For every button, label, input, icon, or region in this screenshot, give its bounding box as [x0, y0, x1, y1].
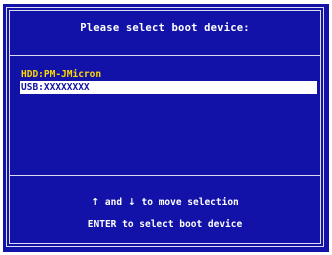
dialog-title: Please select boot device:	[80, 22, 250, 34]
boot-device-list[interactable]: HDD:PM-JMicron USB:XXXXXXXX	[20, 68, 320, 94]
boot-device-usb[interactable]: USB:XXXXXXXX	[20, 81, 317, 94]
help-divider	[9, 175, 321, 176]
boot-menu-dialog: Please select boot device: HDD:PM-JMicro…	[3, 4, 329, 252]
inner-frame	[9, 10, 321, 244]
boot-device-hdd[interactable]: HDD:PM-JMicron	[20, 68, 320, 81]
help-enter-line: ENTER to select boot device	[87, 219, 243, 230]
down-arrow-icon: ↓	[127, 197, 136, 208]
help-navigation-line: ↑ and ↓ to move selection	[9, 197, 321, 208]
up-arrow-icon: ↑	[91, 197, 100, 208]
help-and-text: and	[104, 197, 123, 208]
screen: Please select boot device: HDD:PM-JMicro…	[0, 0, 332, 255]
title-divider	[9, 55, 321, 56]
help-move-text: to move selection	[141, 197, 239, 208]
